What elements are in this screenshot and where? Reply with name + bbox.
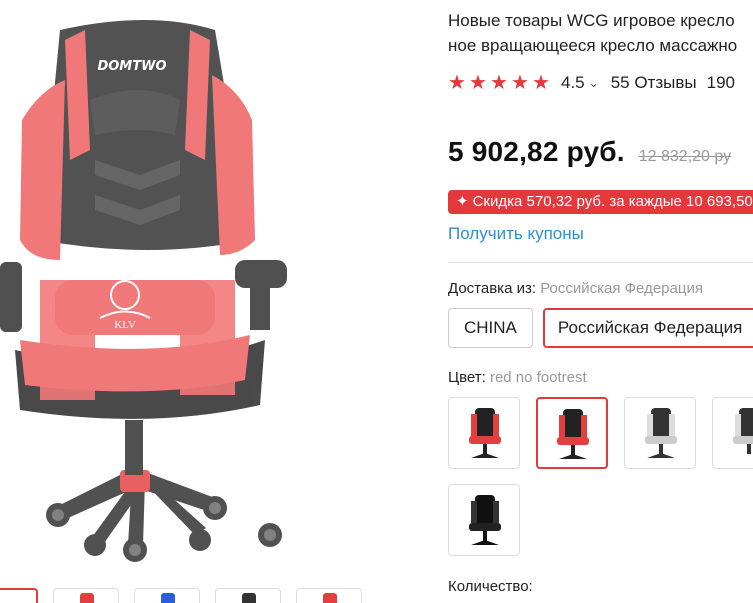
star-icon: ★ [448,72,466,94]
discount-banner[interactable]: ✦ Скидка 570,32 руб. за каждые 10 693,50 [448,190,753,214]
chair-swatch-icon [469,495,501,545]
thumbnail-3[interactable] [134,588,200,603]
shipping-from-label: Доставка из: Российская Федерация [448,280,703,297]
shipping-selected-value: Российская Федерация [540,280,703,297]
get-coupons-link[interactable]: Получить купоны [448,224,584,244]
color-swatch-white-footrest[interactable] [624,397,696,469]
thumbnail-strip [0,588,440,603]
chair-base [46,470,282,562]
title-line-1: Новые товары WCG игровое кресло [448,11,735,30]
rating-stars: ★ ★ ★ ★ ★ [448,73,552,93]
thumbnail-5[interactable] [296,588,362,603]
chair-swatch-icon [557,409,589,459]
product-title: Новые товары WCG игровое кресло ное вращ… [448,8,753,58]
star-icon: ★ [532,72,550,94]
chair-swatch-icon [645,408,677,458]
emblem-text: KLV [114,319,136,331]
color-swatch-black[interactable] [448,484,520,556]
shipping-options: CHINA Российская Федерация [448,308,753,348]
shipping-label-text: Доставка из: [448,280,537,297]
chair-thumb-icon [242,593,256,603]
chair-swatch-icon [469,408,501,458]
gaming-chair-image: KLV DOMTWO [0,20,287,562]
thumbnail-1[interactable] [0,588,38,603]
divider [448,262,753,263]
thumbnail-4[interactable] [215,588,281,603]
ship-option-china[interactable]: CHINA [448,308,533,348]
star-icon: ★ [490,72,508,94]
rating-value[interactable]: 4.5 [561,73,585,93]
star-icon: ★ [511,72,529,94]
ship-option-russia[interactable]: Российская Федерация [542,308,753,348]
chair-thumb-icon [323,593,337,603]
discount-text: Скидка 570,32 руб. за каждые 10 693,50 [472,193,753,210]
chair-thumb-icon [80,593,94,603]
star-icon: ★ [469,72,487,94]
reviews-link[interactable]: 55 Отзывы [611,73,697,93]
quantity-label: Количество: [448,578,533,595]
color-label: Цвет: red no footrest [448,369,587,386]
color-selected-value: red no footrest [489,369,587,386]
old-price: 12 832,20 ру [638,148,732,165]
orders-count: 190 [706,73,735,92]
title-line-2: ное вращающееся кресло массажно [448,36,738,55]
sparkle-icon: ✦ [456,193,469,210]
thumbnail-2[interactable] [53,588,119,603]
chair-swatch-icon [733,408,753,454]
chevron-down-icon[interactable]: ⌄ [589,76,599,90]
color-label-text: Цвет: [448,369,486,386]
color-swatch-red-no-footrest[interactable] [536,397,608,469]
rating-row: ★ ★ ★ ★ ★ 4.5 ⌄ 55 Отзывы 190 [448,70,735,96]
price-row: 5 902,82 руб. 12 832,20 ру [448,136,731,168]
chair-thumb-icon [161,593,175,603]
main-product-image[interactable]: KLV DOMTWO [0,0,300,575]
chair-logo-text: DOMTWO [97,59,166,74]
color-swatch-white-no-footrest[interactable] [712,397,753,469]
color-swatch-red-footrest[interactable] [448,397,520,469]
current-price: 5 902,82 руб. [448,136,625,167]
